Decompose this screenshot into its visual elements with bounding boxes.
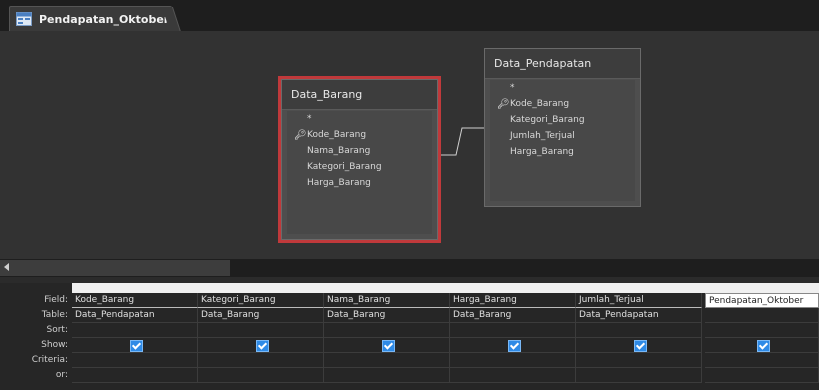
row-label-criteria: Criteria:: [31, 355, 68, 365]
primary-key-icon: 🔑︎: [497, 99, 510, 110]
or-cell[interactable]: [198, 368, 324, 383]
show-cell: [72, 338, 198, 353]
scrollbar-thumb[interactable]: [0, 260, 230, 276]
field-all[interactable]: *: [287, 111, 432, 127]
field-kode-barang[interactable]: 🔑︎ Kode_Barang: [287, 127, 432, 143]
table-cell[interactable]: Data_Barang: [450, 308, 576, 323]
show-cell: [705, 338, 819, 353]
grid-column: Kategori_Barang Data_Barang: [198, 293, 324, 383]
table-title[interactable]: Data_Barang: [282, 80, 437, 110]
field-all[interactable]: *: [490, 80, 635, 96]
field-kategori-barang[interactable]: Kategori_Barang: [490, 112, 635, 128]
or-cell[interactable]: [705, 368, 819, 383]
table-cell[interactable]: [705, 308, 819, 323]
criteria-cell[interactable]: [72, 353, 198, 368]
sort-cell[interactable]: [450, 323, 576, 338]
table-cell[interactable]: Data_Pendapatan: [72, 308, 198, 323]
field-kode-barang[interactable]: 🔑︎ Kode_Barang: [490, 96, 635, 112]
grid-column: Nama_Barang Data_Barang: [324, 293, 450, 383]
criteria-cell[interactable]: [450, 353, 576, 368]
show-cell: [324, 338, 450, 353]
field-cell[interactable]: Kategori_Barang: [198, 293, 324, 308]
field-jumlah-terjual[interactable]: Jumlah_Terjual: [490, 128, 635, 144]
field-nama-barang[interactable]: Nama_Barang: [287, 143, 432, 159]
table-data-barang[interactable]: Data_Barang * 🔑︎ Kode_Barang Nama_Barang …: [278, 76, 441, 243]
table-title[interactable]: Data_Pendapatan: [485, 49, 640, 79]
criteria-cell[interactable]: [198, 353, 324, 368]
field-kategori-barang[interactable]: Kategori_Barang: [287, 159, 432, 175]
or-cell[interactable]: [576, 368, 702, 383]
show-cell: [198, 338, 324, 353]
table-cell[interactable]: Data_Barang: [324, 308, 450, 323]
field-harga-barang[interactable]: Harga_Barang: [490, 144, 635, 160]
grid-column: Jumlah_Terjual Data_Pendapatan: [576, 293, 702, 383]
show-checkbox[interactable]: [633, 340, 647, 352]
show-checkbox[interactable]: [756, 340, 770, 352]
field-cell[interactable]: Jumlah_Terjual: [576, 293, 702, 308]
show-cell: [450, 338, 576, 353]
show-checkbox[interactable]: [381, 340, 395, 352]
scroll-left-icon[interactable]: [4, 263, 9, 271]
or-cell[interactable]: [72, 368, 198, 383]
row-label-field: Field:: [44, 295, 68, 305]
show-checkbox[interactable]: [255, 340, 269, 352]
column-selector-bar[interactable]: [72, 283, 819, 293]
grid-column: Kode_Barang Data_Pendapatan: [72, 293, 198, 383]
table-data-pendapatan[interactable]: Data_Pendapatan * 🔑︎ Kode_Barang Kategori…: [484, 48, 641, 207]
field-cell[interactable]: Kode_Barang: [72, 293, 198, 308]
sort-cell[interactable]: [576, 323, 702, 338]
field-cell-editing[interactable]: Pendapatan_Oktober: [705, 293, 819, 308]
field-list: * 🔑︎ Kode_Barang Nama_Barang Kategori_Bar…: [287, 111, 432, 234]
primary-key-icon: 🔑︎: [294, 130, 307, 141]
grid-row-labels: Field: Table: Sort: Show: Criteria: or:: [0, 293, 72, 383]
sort-cell[interactable]: [198, 323, 324, 338]
show-checkbox[interactable]: [507, 340, 521, 352]
or-cell[interactable]: [324, 368, 450, 383]
sort-cell[interactable]: [705, 323, 819, 338]
field-cell[interactable]: Harga_Barang: [450, 293, 576, 308]
field-harga-barang[interactable]: Harga_Barang: [287, 175, 432, 191]
or-cell[interactable]: [450, 368, 576, 383]
row-label-or: or:: [55, 370, 68, 380]
field-cell[interactable]: Nama_Barang: [324, 293, 450, 308]
query-design-grid: Field: Table: Sort: Show: Criteria: or: …: [0, 283, 819, 390]
criteria-cell[interactable]: [705, 353, 819, 368]
show-checkbox[interactable]: [129, 340, 143, 352]
sort-cell[interactable]: [324, 323, 450, 338]
show-cell: [576, 338, 702, 353]
row-label-show: Show:: [41, 340, 68, 350]
sort-cell[interactable]: [72, 323, 198, 338]
grid-column-active: Pendapatan_Oktober: [705, 293, 819, 383]
field-list: * 🔑︎ Kode_Barang Kategori_Barang Jumlah_T…: [490, 80, 635, 201]
row-label-table: Table:: [41, 310, 68, 320]
grid-column: Harga_Barang Data_Barang: [450, 293, 576, 383]
table-cell[interactable]: Data_Pendapatan: [576, 308, 702, 323]
table-cell[interactable]: Data_Barang: [198, 308, 324, 323]
row-label-sort: Sort:: [46, 325, 68, 335]
criteria-cell[interactable]: [576, 353, 702, 368]
criteria-cell[interactable]: [324, 353, 450, 368]
horizontal-scrollbar[interactable]: [0, 259, 819, 277]
